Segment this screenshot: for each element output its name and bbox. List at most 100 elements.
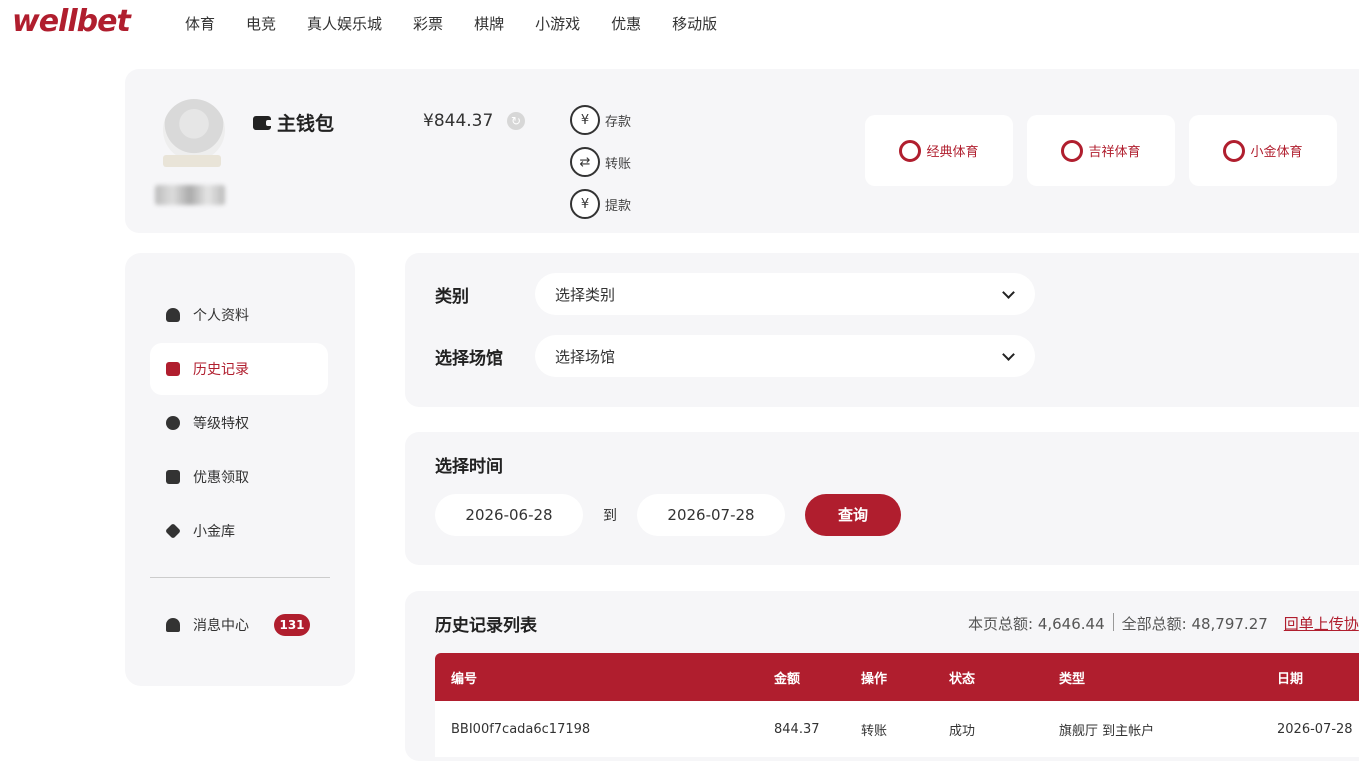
nav-live-casino[interactable]: 真人娱乐城 [307,13,382,34]
wallet-actions: ¥ 存款 ⇄ 转账 ¥ 提款 [570,99,631,225]
deposit-button[interactable]: ¥ 存款 [570,99,631,141]
withdraw-icon: ¥ [570,189,600,219]
column-header-operation[interactable]: 操作 [861,653,887,701]
main-wallet-label: 主钱包 [277,113,335,135]
venue-select-value: 选择场馆 [555,347,616,366]
chevron-down-icon [1002,347,1015,361]
cell-operation: 转账 [861,723,888,739]
main-nav: 体育 电竞 真人娱乐城 彩票 棋牌 小游戏 优惠 移动版 [185,13,748,34]
medal-icon [166,416,180,430]
column-header-date[interactable]: 日期 [1277,653,1303,701]
history-icon [166,362,180,376]
totals-divider [1112,613,1114,631]
nav-promotions[interactable]: 优惠 [611,13,641,34]
venue-classic-sports[interactable]: 经典体育 [865,115,1013,186]
category-select-value: 选择类别 [555,285,616,304]
avatar[interactable] [163,99,225,161]
withdraw-button[interactable]: ¥ 提款 [570,183,631,225]
nav-mobile[interactable]: 移动版 [672,13,717,34]
table-row[interactable]: BBI00f7cada6c17198 844.37 转账 成功 旗舰厅 到主帐户… [435,701,1359,757]
cell-status: 成功 [949,723,976,739]
lucky-sports-icon [1061,139,1084,162]
cell-id: BBI00f7cada6c17198 [451,721,591,737]
totals-bar: 本页总额: 4,646.44 全部总额: 48,797.27 回单上传协 [968,613,1359,634]
venue-label: 小金体育 [1250,145,1303,160]
venue-select[interactable]: 选择场馆 [535,335,1035,377]
receipt-upload-link[interactable]: 回单上传协 [1284,613,1359,634]
sidebar-item-history[interactable]: 历史记录 [150,343,328,395]
cell-date: 2026-07-28 [1277,721,1353,737]
venue-label: 选择场馆 [435,348,503,369]
account-sidebar: 个人资料 历史记录 等级特权 优惠领取 小金库 消息中心 131 [125,253,355,686]
nav-lottery[interactable]: 彩票 [413,13,443,34]
history-list-panel: 历史记录列表 本页总额: 4,646.44 全部总额: 48,797.27 回单… [405,591,1359,761]
nav-esports[interactable]: 电竞 [246,13,276,34]
sidebar-item-label: 消息中心 [193,618,249,634]
cell-type: 旗舰厅 到主帐户 [1059,723,1155,739]
vip-badge [163,155,221,167]
sidebar-item-label: 小金库 [193,524,235,540]
main-wallet-title: 主钱包 [253,109,334,136]
filter-panel: 类别 选择类别 选择场馆 选择场馆 [405,253,1359,407]
nav-mini-games[interactable]: 小游戏 [535,13,580,34]
diamond-icon [165,523,181,539]
refresh-icon[interactable]: ↻ [507,112,525,130]
withdraw-label: 提款 [605,198,632,214]
column-header-amount[interactable]: 金额 [774,653,800,701]
xiaojin-sports-icon [1223,139,1246,162]
wallet-icon [253,115,273,130]
transfer-icon: ⇄ [570,147,600,177]
venue-xiaojin-sports[interactable]: 小金体育 [1189,115,1337,186]
page-total: 本页总额: 4,646.44 [968,615,1105,633]
sidebar-item-label: 等级特权 [193,416,249,432]
deposit-label: 存款 [605,114,632,130]
chevron-down-icon [1002,285,1015,299]
time-panel: 选择时间 2026-06-28 到 2026-07-28 查询 [405,432,1359,565]
venue-wallets: 经典体育 吉祥体育 小金体育 [865,115,1351,186]
nav-cards[interactable]: 棋牌 [474,13,504,34]
table-header: 编号 金额 操作 状态 类型 日期 [435,653,1359,701]
transfer-button[interactable]: ⇄ 转账 [570,141,631,183]
venue-label: 经典体育 [926,145,979,160]
sidebar-divider [150,577,330,578]
category-select[interactable]: 选择类别 [535,273,1035,315]
start-date-input[interactable]: 2026-06-28 [435,494,583,536]
message-count-badge: 131 [274,614,310,636]
end-date-input[interactable]: 2026-07-28 [637,494,785,536]
sidebar-item-vault[interactable]: 小金库 [150,505,328,557]
nav-sports[interactable]: 体育 [185,13,215,34]
sidebar-item-promotions[interactable]: 优惠领取 [150,451,328,503]
category-label: 类别 [435,286,469,307]
venue-label: 吉祥体育 [1088,145,1141,160]
date-to-label: 到 [603,508,617,524]
time-title: 选择时间 [435,457,503,477]
wellbet-logo[interactable]: wellbet [12,4,131,39]
classic-sports-icon [899,139,922,162]
bell-icon [166,618,180,632]
venue-lucky-sports[interactable]: 吉祥体育 [1027,115,1175,186]
deposit-icon: ¥ [570,105,600,135]
query-button[interactable]: 查询 [805,494,901,536]
sidebar-item-messages[interactable]: 消息中心 131 [150,599,350,651]
username-blurred [155,185,225,205]
column-header-id[interactable]: 编号 [451,653,477,701]
wallet-panel: 主钱包 ¥844.37 ↻ ¥ 存款 ⇄ 转账 ¥ 提款 经典体育 吉祥体育 小… [125,69,1359,233]
top-navbar: wellbet 体育 电竞 真人娱乐城 彩票 棋牌 小游戏 优惠 移动版 [0,0,1359,46]
column-header-type[interactable]: 类型 [1059,653,1085,701]
wallet-balance: ¥844.37 [423,111,494,131]
sidebar-item-label: 个人资料 [193,308,249,324]
sidebar-item-label: 优惠领取 [193,470,249,486]
column-header-status[interactable]: 状态 [949,653,975,701]
category-filter-row: 类别 选择类别 [435,273,1035,315]
user-icon [166,308,180,322]
transfer-label: 转账 [605,156,632,172]
date-range-row: 2026-06-28 到 2026-07-28 查询 [435,494,901,536]
venue-filter-row: 选择场馆 选择场馆 [435,335,1035,377]
gift-icon [166,470,180,484]
history-list-title: 历史记录列表 [435,616,537,636]
cell-amount: 844.37 [774,721,820,737]
sidebar-item-label: 历史记录 [193,362,249,378]
all-total: 全部总额: 48,797.27 [1121,615,1268,633]
sidebar-item-profile[interactable]: 个人资料 [150,289,328,341]
sidebar-item-vip[interactable]: 等级特权 [150,397,328,449]
